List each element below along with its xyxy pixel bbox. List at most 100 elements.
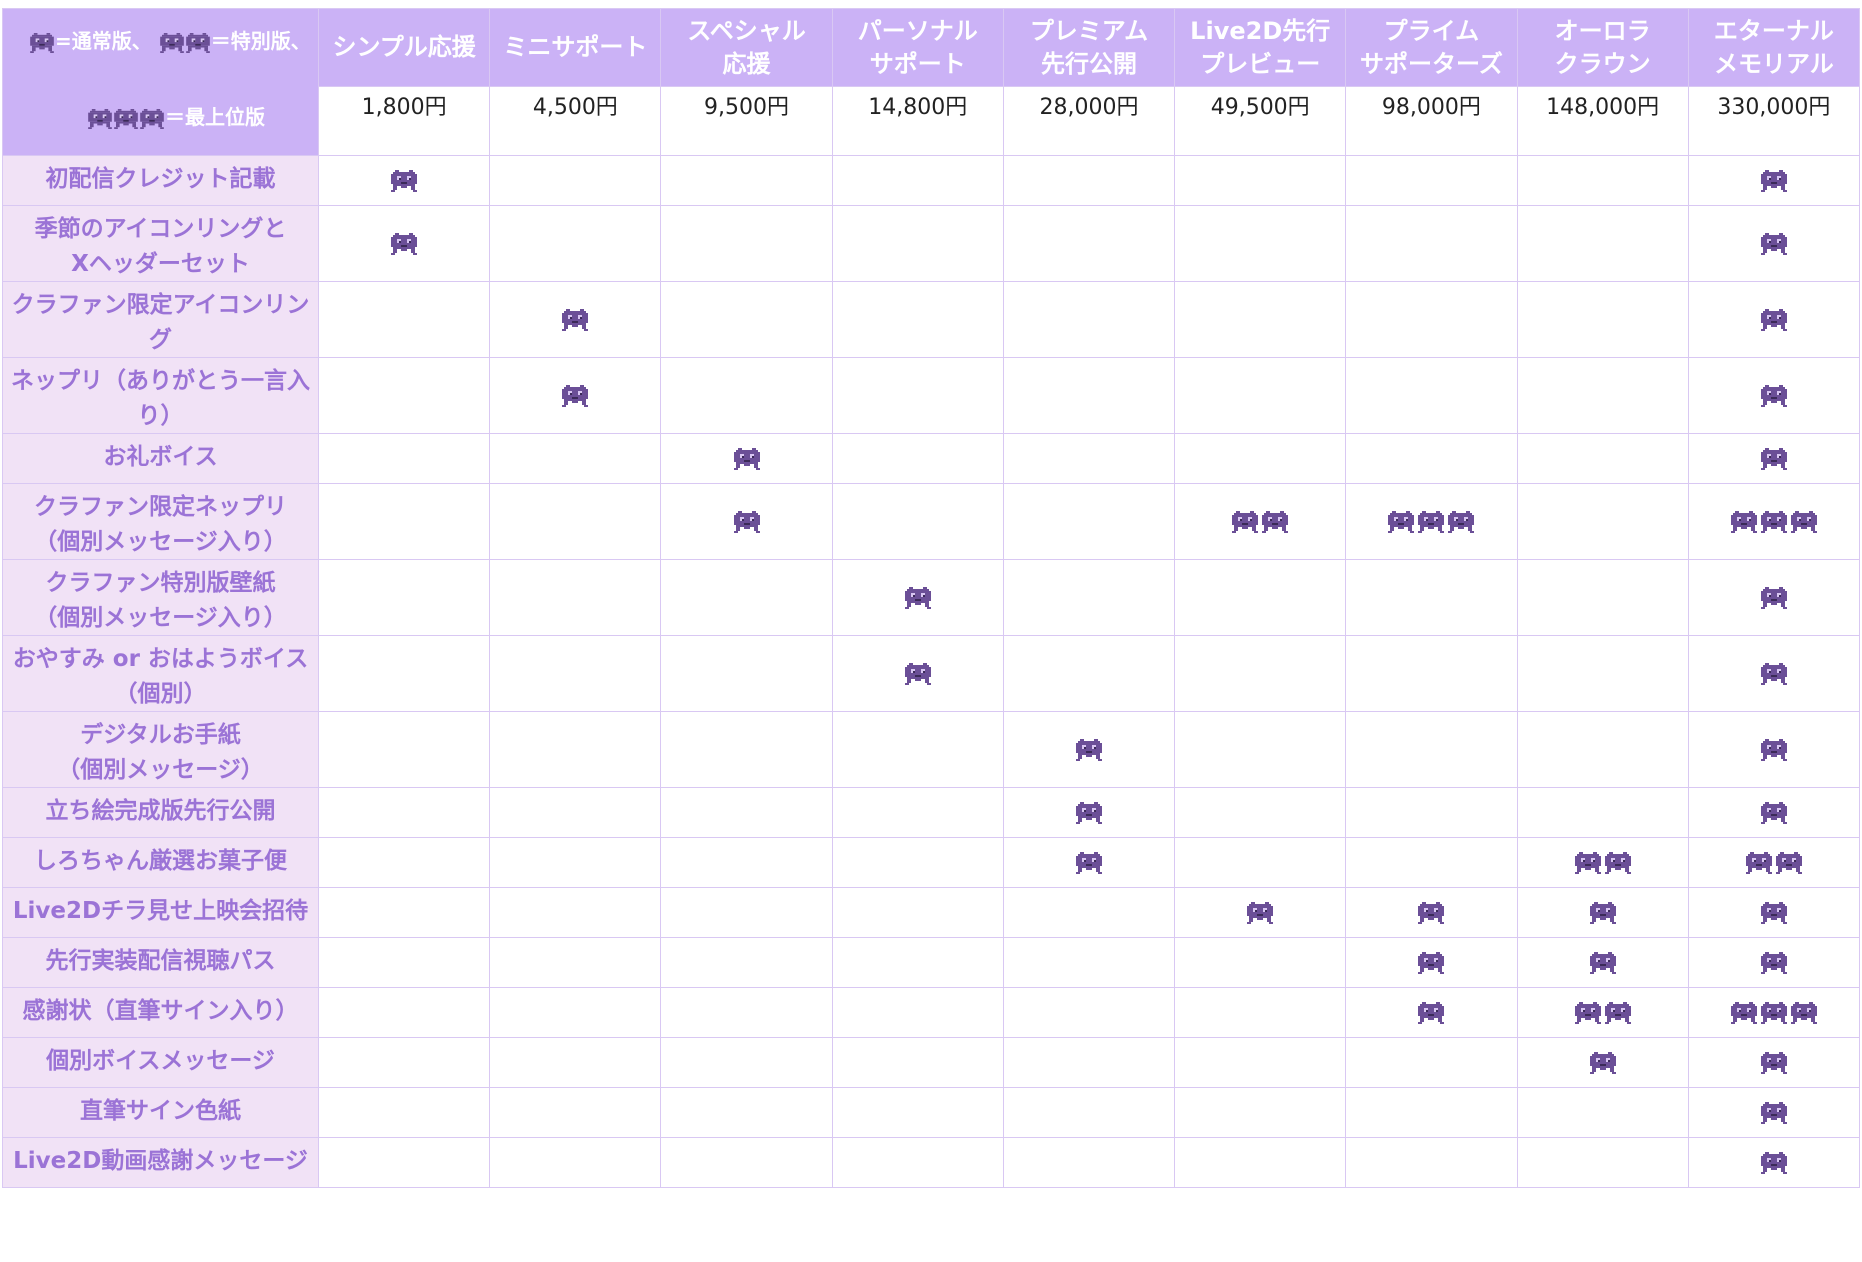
mark-cell: [831, 635, 1004, 712]
pixel-creature-icon: [1076, 852, 1102, 874]
mark-cell: [317, 837, 491, 888]
mark-cell: [1687, 837, 1861, 888]
mark-cell: [1516, 937, 1689, 988]
pixel-creature-icon: [88, 109, 112, 129]
mark-cell: [1516, 887, 1689, 938]
pixel-creature-icon: [1761, 170, 1787, 192]
tier-name-1: シンプル応援: [317, 8, 491, 87]
mark-cell: [1345, 559, 1518, 636]
mark-cell: [660, 357, 833, 434]
mark-cell: [1002, 483, 1176, 560]
table-row: デジタルお手紙 （個別メッセージ）: [2, 711, 1861, 788]
pixel-creature-icon: [1605, 852, 1631, 874]
mark-cell: [1174, 281, 1347, 358]
reward-item-label-line: デジタルお手紙: [80, 722, 241, 748]
tier-name-5: プレミアム 先行公開: [1002, 8, 1176, 87]
table-row: 季節のアイコンリングと Xヘッダーセット: [2, 205, 1861, 282]
pixel-creature-icon: [1590, 902, 1616, 924]
table-row: しろちゃん厳選お菓子便: [2, 837, 1861, 888]
reward-item-label-line: （個別メッセージ入り）: [34, 604, 287, 631]
mark-cell: [831, 1137, 1004, 1188]
tier-name-line: プレミアム: [1029, 17, 1149, 46]
mark-cell: [489, 837, 662, 888]
mark-cell: [1174, 887, 1347, 938]
mark-cell: [1002, 155, 1176, 206]
reward-item-label-line: Live2D動画感謝メッセージ: [13, 1148, 308, 1174]
mark-cell: [1345, 987, 1518, 1038]
pixel-creature-icon: [186, 33, 210, 53]
mark-cell: [489, 1087, 662, 1138]
mark-cell: [1345, 887, 1518, 938]
pixel-creature-icon: [1761, 511, 1787, 533]
reward-item-label: しろちゃん厳選お菓子便: [2, 837, 319, 888]
mark-cell: [1687, 559, 1861, 636]
mark-cell: [1516, 1037, 1689, 1088]
reward-item-label: Live2D動画感謝メッセージ: [2, 1137, 319, 1188]
mark-cell: [489, 635, 662, 712]
mark-cell: [1516, 559, 1689, 636]
tier-price-5: 28,000円: [1002, 86, 1176, 156]
pixel-creature-icon: [734, 448, 760, 470]
mark-cell: [489, 483, 662, 560]
mark-cell: [489, 711, 662, 788]
reward-item-label-line: （個別メッセージ）: [57, 756, 264, 783]
mark-cell: [831, 887, 1004, 938]
tier-price-8: 148,000円: [1516, 86, 1689, 156]
tier-price-1: 1,800円: [317, 86, 491, 156]
pixel-creature-icon: [1590, 1052, 1616, 1074]
mark-cell: [1002, 1087, 1176, 1138]
mark-cell: [317, 1137, 491, 1188]
mark-cell: [831, 787, 1004, 838]
pixel-creature-icon: [1418, 952, 1444, 974]
tier-name-line: 先行公開: [1040, 49, 1137, 78]
mark-cell: [660, 281, 833, 358]
mark-cell: [1687, 987, 1861, 1038]
pixel-creature-icon: [1076, 739, 1102, 761]
mark-cell: [1174, 205, 1347, 282]
reward-item-label: クラファン限定ネップリ （個別メッセージ入り）: [2, 483, 319, 560]
legend-normal-label: =通常版、: [55, 29, 152, 53]
legend: =通常版、 ＝特別版、 ＝最上位版: [2, 8, 319, 156]
mark-cell: [831, 357, 1004, 434]
table-row: おやすみ or おはようボイス （個別）: [2, 635, 1861, 712]
reward-item-label: 季節のアイコンリングと Xヘッダーセット: [2, 205, 319, 282]
tier-name-line: ミニサポート: [503, 33, 648, 62]
pixel-creature-icon: [160, 33, 184, 53]
mark-cell: [1687, 1137, 1861, 1188]
pixel-creature-icon: [1791, 511, 1817, 533]
mark-cell: [1687, 711, 1861, 788]
mark-cell: [489, 433, 662, 484]
mark-cell: [1174, 1137, 1347, 1188]
reward-comparison-table: =通常版、 ＝特別版、 ＝最上位版 シンプル応援 ミニサポート スペシャル 応援 パーソ…: [2, 8, 1861, 1188]
mark-cell: [1174, 787, 1347, 838]
reward-item-label-line: 季節のアイコンリングと: [34, 216, 287, 242]
reward-item-label-line: 個別ボイスメッセージ: [46, 1048, 275, 1074]
table-row: クラファン限定ネップリ （個別メッセージ入り）: [2, 483, 1861, 560]
pixel-creature-icon: [1605, 1002, 1631, 1024]
mark-cell: [1687, 787, 1861, 838]
mark-cell: [489, 155, 662, 206]
mark-cell: [1174, 987, 1347, 1038]
legend-line-1: =通常版、 ＝特別版、: [29, 31, 311, 53]
reward-item-label: 立ち絵完成版先行公開: [2, 787, 319, 838]
mark-cell: [1174, 837, 1347, 888]
mark-cell: [660, 1037, 833, 1088]
pixel-creature-icon: [1746, 852, 1772, 874]
pixel-creature-icon: [1791, 1002, 1817, 1024]
mark-cell: [489, 559, 662, 636]
mark-cell: [1174, 559, 1347, 636]
mark-cell: [1002, 837, 1176, 888]
tier-name-line: オーロラ: [1554, 17, 1651, 46]
mark-cell: [1002, 937, 1176, 988]
mark-cell: [660, 433, 833, 484]
legend-special-label: ＝特別版、: [210, 29, 311, 53]
pixel-creature-icon: [1761, 448, 1787, 470]
mark-cell: [489, 987, 662, 1038]
mark-cell: [1345, 281, 1518, 358]
mark-cell: [317, 155, 491, 206]
pixel-creature-icon: [1761, 233, 1787, 255]
mark-cell: [1516, 433, 1689, 484]
reward-item-label-line: 初配信クレジット記載: [45, 166, 276, 192]
mark-cell: [1345, 483, 1518, 560]
reward-item-label-line: （個別）: [114, 680, 207, 707]
